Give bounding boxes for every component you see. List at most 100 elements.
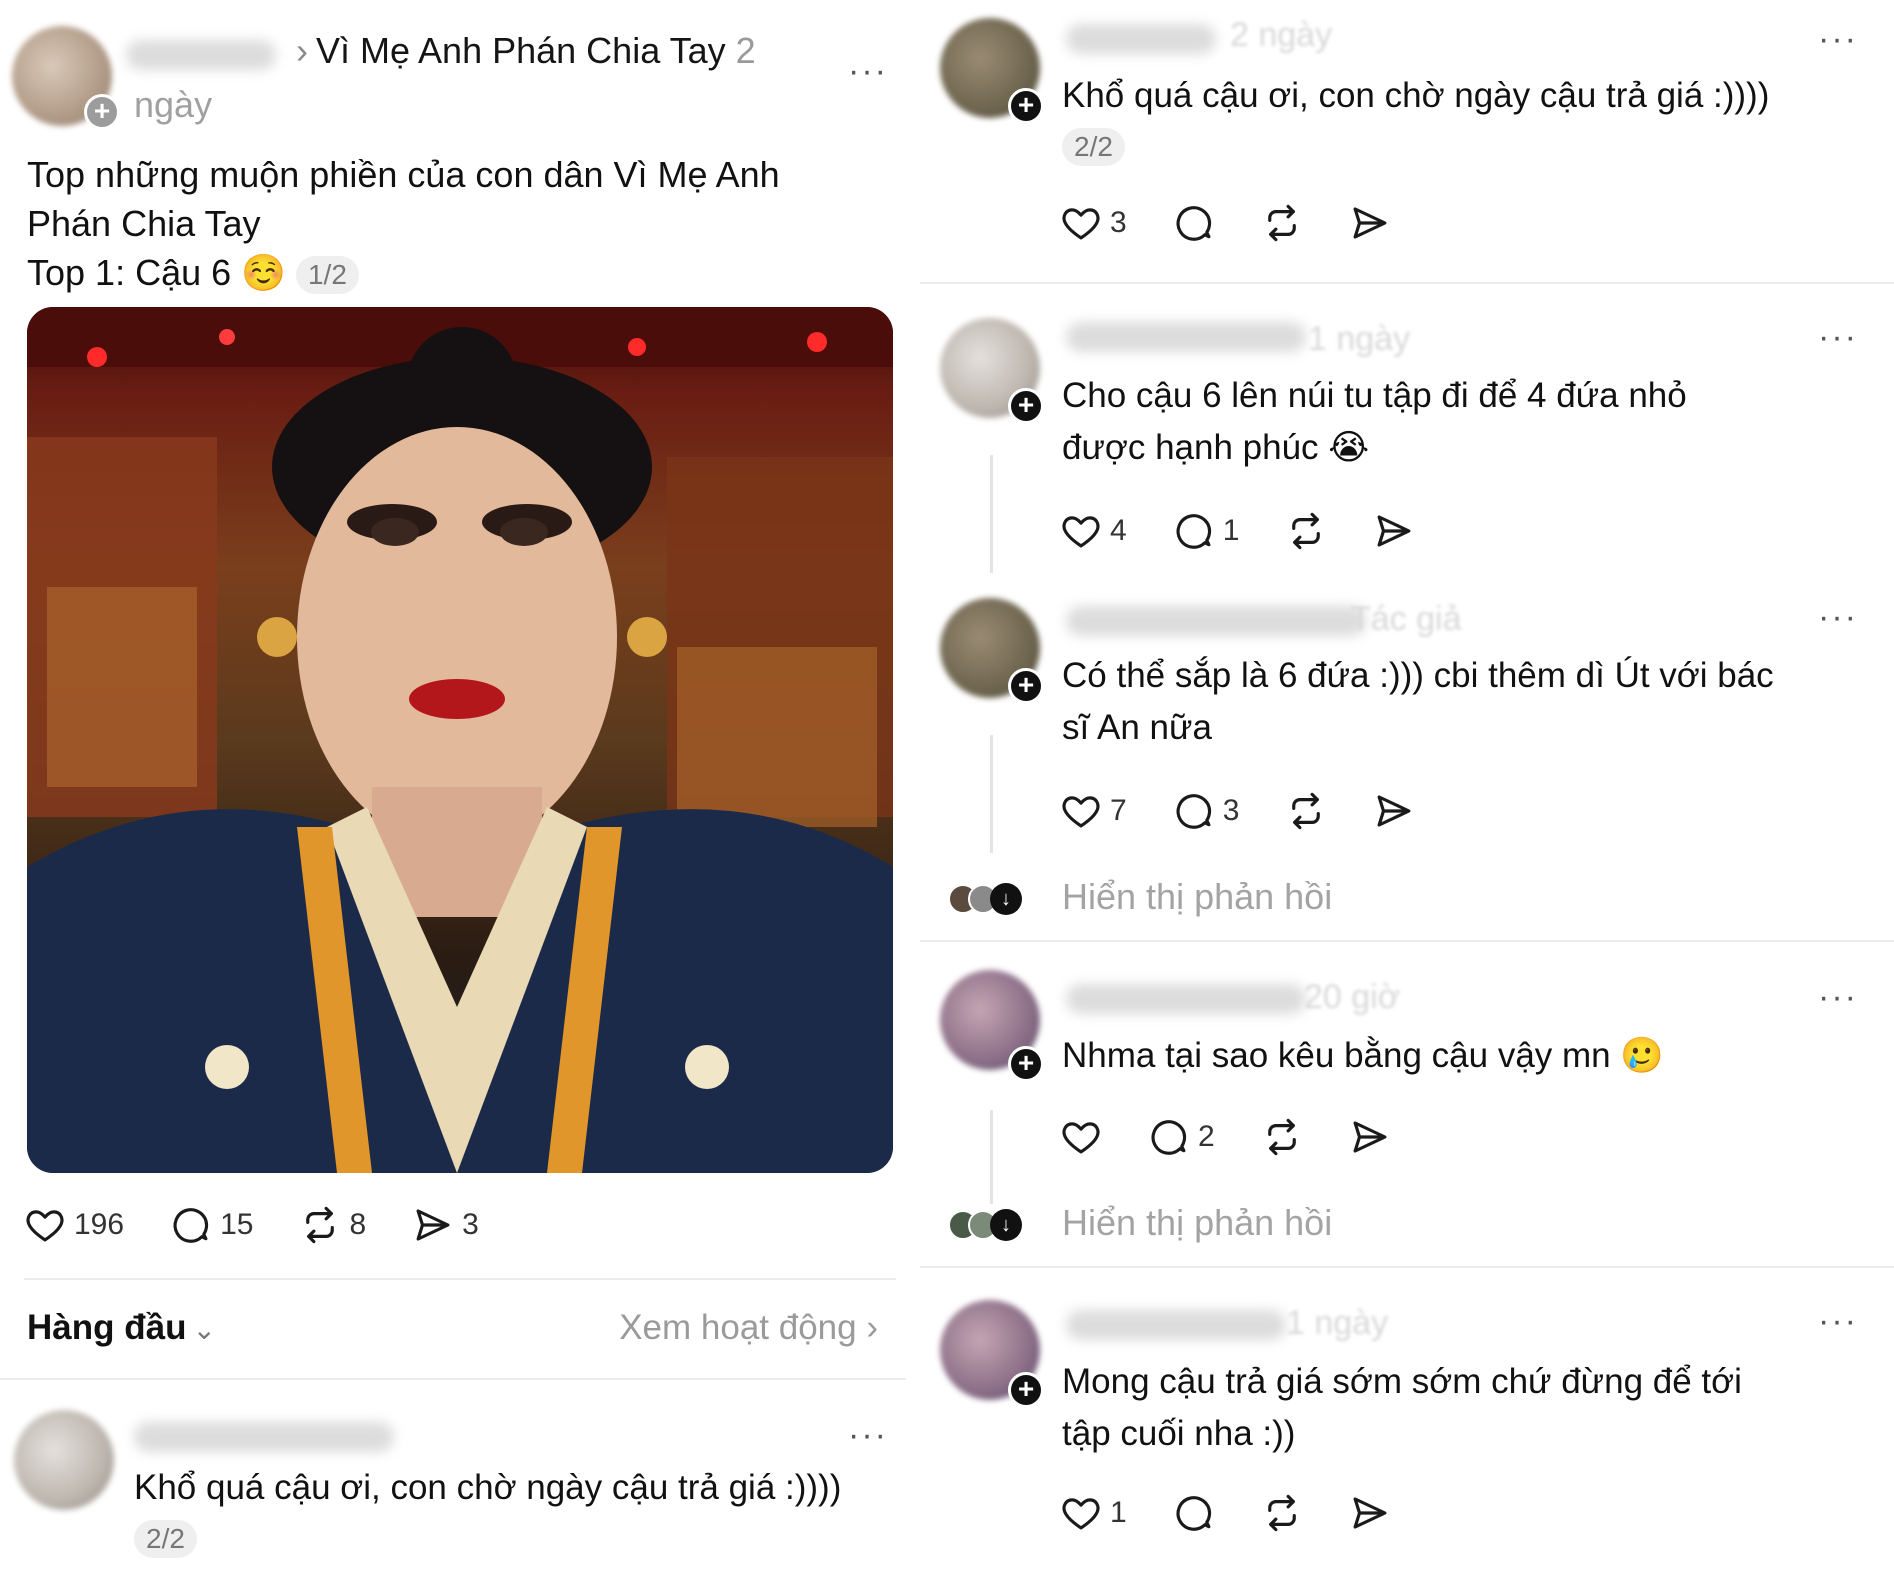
author-name[interactable] (126, 40, 276, 70)
repost-button[interactable] (1285, 510, 1327, 552)
comment-time: 1 ngày (1286, 1304, 1389, 1342)
commenter-name[interactable] (1066, 24, 1216, 54)
repost-button[interactable] (1261, 1116, 1303, 1158)
more-icon[interactable]: ··· (848, 52, 888, 91)
post-photo[interactable] (27, 307, 893, 1173)
comment-icon (1173, 790, 1215, 832)
like-button[interactable]: 1 (1060, 1492, 1127, 1534)
author-badge: Tác giả (1350, 600, 1462, 638)
reply-button[interactable]: 2 (1148, 1116, 1215, 1158)
like-button[interactable] (1060, 1116, 1102, 1158)
chevron-right-icon: › (866, 1308, 878, 1347)
comment-icon (1173, 1492, 1215, 1534)
comment-line: Cho cậu 6 lên núi tu tập đi để 4 đứa nhỏ (1062, 376, 1687, 415)
follow-plus-icon[interactable]: + (1008, 1372, 1044, 1408)
heart-icon (1060, 790, 1102, 832)
reply-button[interactable] (1173, 202, 1215, 244)
more-icon[interactable]: ··· (1818, 1302, 1858, 1341)
repost-button[interactable]: 8 (299, 1204, 366, 1246)
follow-plus-icon[interactable]: + (1008, 388, 1044, 424)
repost-count: 8 (349, 1208, 367, 1241)
like-count: 7 (1110, 794, 1127, 827)
reply-count: 3 (1222, 794, 1240, 827)
repost-icon (299, 1204, 341, 1246)
divider (0, 1378, 906, 1380)
heart-icon (1060, 1492, 1102, 1534)
like-count: 1 (1110, 1496, 1127, 1529)
comment-text: Khổ quá cậu ơi, con chờ ngày cậu trả giá… (1062, 76, 1770, 115)
repost-icon (1261, 1116, 1303, 1158)
divider (24, 1278, 896, 1280)
commenter-avatar[interactable] (14, 1410, 114, 1510)
post-line-2: Phán Chia Tay (27, 203, 261, 244)
heart-icon (1060, 202, 1102, 244)
comment-text: Cho cậu 6 lên núi tu tập đi để 4 đứa nhỏ… (1062, 370, 1687, 474)
repost-button[interactable] (1261, 1492, 1303, 1534)
show-replies-link[interactable]: Hiển thị phản hồi (1062, 1202, 1332, 1244)
post-line-3: Top 1: Cậu 6 ☺️ 1/2 (27, 248, 887, 297)
follow-plus-icon[interactable]: + (84, 94, 120, 130)
commenter-name[interactable] (134, 1422, 394, 1452)
follow-plus-icon[interactable]: + (1008, 88, 1044, 124)
post-time: 2 (735, 30, 756, 71)
like-button[interactable]: 3 (1060, 202, 1127, 244)
post-actions: 196 15 8 3 (24, 1204, 479, 1246)
show-replies-link[interactable]: Hiển thị phản hồi (1062, 876, 1332, 918)
post-line-1: Top những muộn phiền của con dân Vì Mẹ A… (27, 154, 780, 195)
reply-button[interactable] (1173, 1492, 1215, 1534)
comment-icon (1173, 202, 1215, 244)
reply-button[interactable]: 3 (1173, 790, 1240, 832)
heart-icon (24, 1204, 66, 1246)
comment-time: 1 ngày (1308, 320, 1411, 358)
repost-button[interactable] (1261, 202, 1303, 244)
more-icon[interactable]: ··· (1818, 598, 1858, 637)
repost-icon (1285, 510, 1327, 552)
chevron-right-icon: › (296, 30, 308, 71)
post-panel: + › Vì Mẹ Anh Phán Chia Tay 2 ngày ··· To… (0, 0, 906, 1576)
commenter-name[interactable] (1066, 1310, 1286, 1340)
commenter-name[interactable] (1066, 322, 1306, 352)
more-icon[interactable]: ··· (1818, 20, 1858, 59)
comment-actions: 4 1 (1060, 510, 1415, 552)
breadcrumb-topic[interactable]: Vì Mẹ Anh Phán Chia Tay (316, 30, 726, 71)
like-button[interactable]: 4 (1060, 510, 1127, 552)
comment-line: được hạnh phúc 😭 (1062, 428, 1370, 467)
more-icon[interactable]: ··· (1818, 978, 1858, 1017)
sort-dropdown[interactable]: Hàng đầu ⌄ (27, 1308, 216, 1348)
post-time-unit: ngày (134, 84, 213, 125)
share-button[interactable] (1349, 202, 1391, 244)
comment-icon (1173, 510, 1215, 552)
reply-button[interactable]: 15 (170, 1204, 253, 1246)
reply-count: 2 (1198, 1120, 1215, 1153)
commenter-name[interactable] (1066, 606, 1366, 636)
commenter-name[interactable] (1066, 984, 1306, 1014)
like-count: 4 (1110, 514, 1127, 547)
comment-time: 20 giờ (1304, 978, 1401, 1016)
comment-text: Có thể sắp là 6 đứa :))) cbi thêm dì Út … (1062, 650, 1774, 754)
reply-count: 1 (1222, 514, 1240, 547)
more-icon[interactable]: ··· (1818, 318, 1858, 357)
more-icon[interactable]: ··· (848, 1416, 888, 1455)
share-icon (1373, 510, 1415, 552)
follow-plus-icon[interactable]: + (1008, 668, 1044, 704)
share-button[interactable] (1373, 790, 1415, 832)
breadcrumb[interactable]: › Vì Mẹ Anh Phán Chia Tay 2 (296, 30, 756, 72)
comment-actions: 2 (1060, 1116, 1391, 1158)
like-button[interactable]: 196 (24, 1204, 124, 1246)
follow-plus-icon[interactable]: + (1008, 1046, 1044, 1082)
share-button[interactable] (1373, 510, 1415, 552)
comment-actions: 7 3 (1060, 790, 1415, 832)
comment-line: Có thể sắp là 6 đứa :))) cbi thêm dì Út … (1062, 656, 1774, 695)
repost-button[interactable] (1285, 790, 1327, 832)
chevron-down-icon[interactable]: ↓ (990, 883, 1022, 915)
share-button[interactable] (1349, 1492, 1391, 1534)
share-icon (1373, 790, 1415, 832)
chevron-down-icon[interactable]: ↓ (990, 1209, 1022, 1241)
like-count: 196 (74, 1208, 125, 1241)
share-button[interactable]: 3 (412, 1204, 479, 1246)
like-button[interactable]: 7 (1060, 790, 1127, 832)
reply-button[interactable]: 1 (1173, 510, 1240, 552)
share-button[interactable] (1349, 1116, 1391, 1158)
view-activity-link[interactable]: Xem hoạt động › (619, 1308, 878, 1348)
heart-icon (1060, 1116, 1102, 1158)
